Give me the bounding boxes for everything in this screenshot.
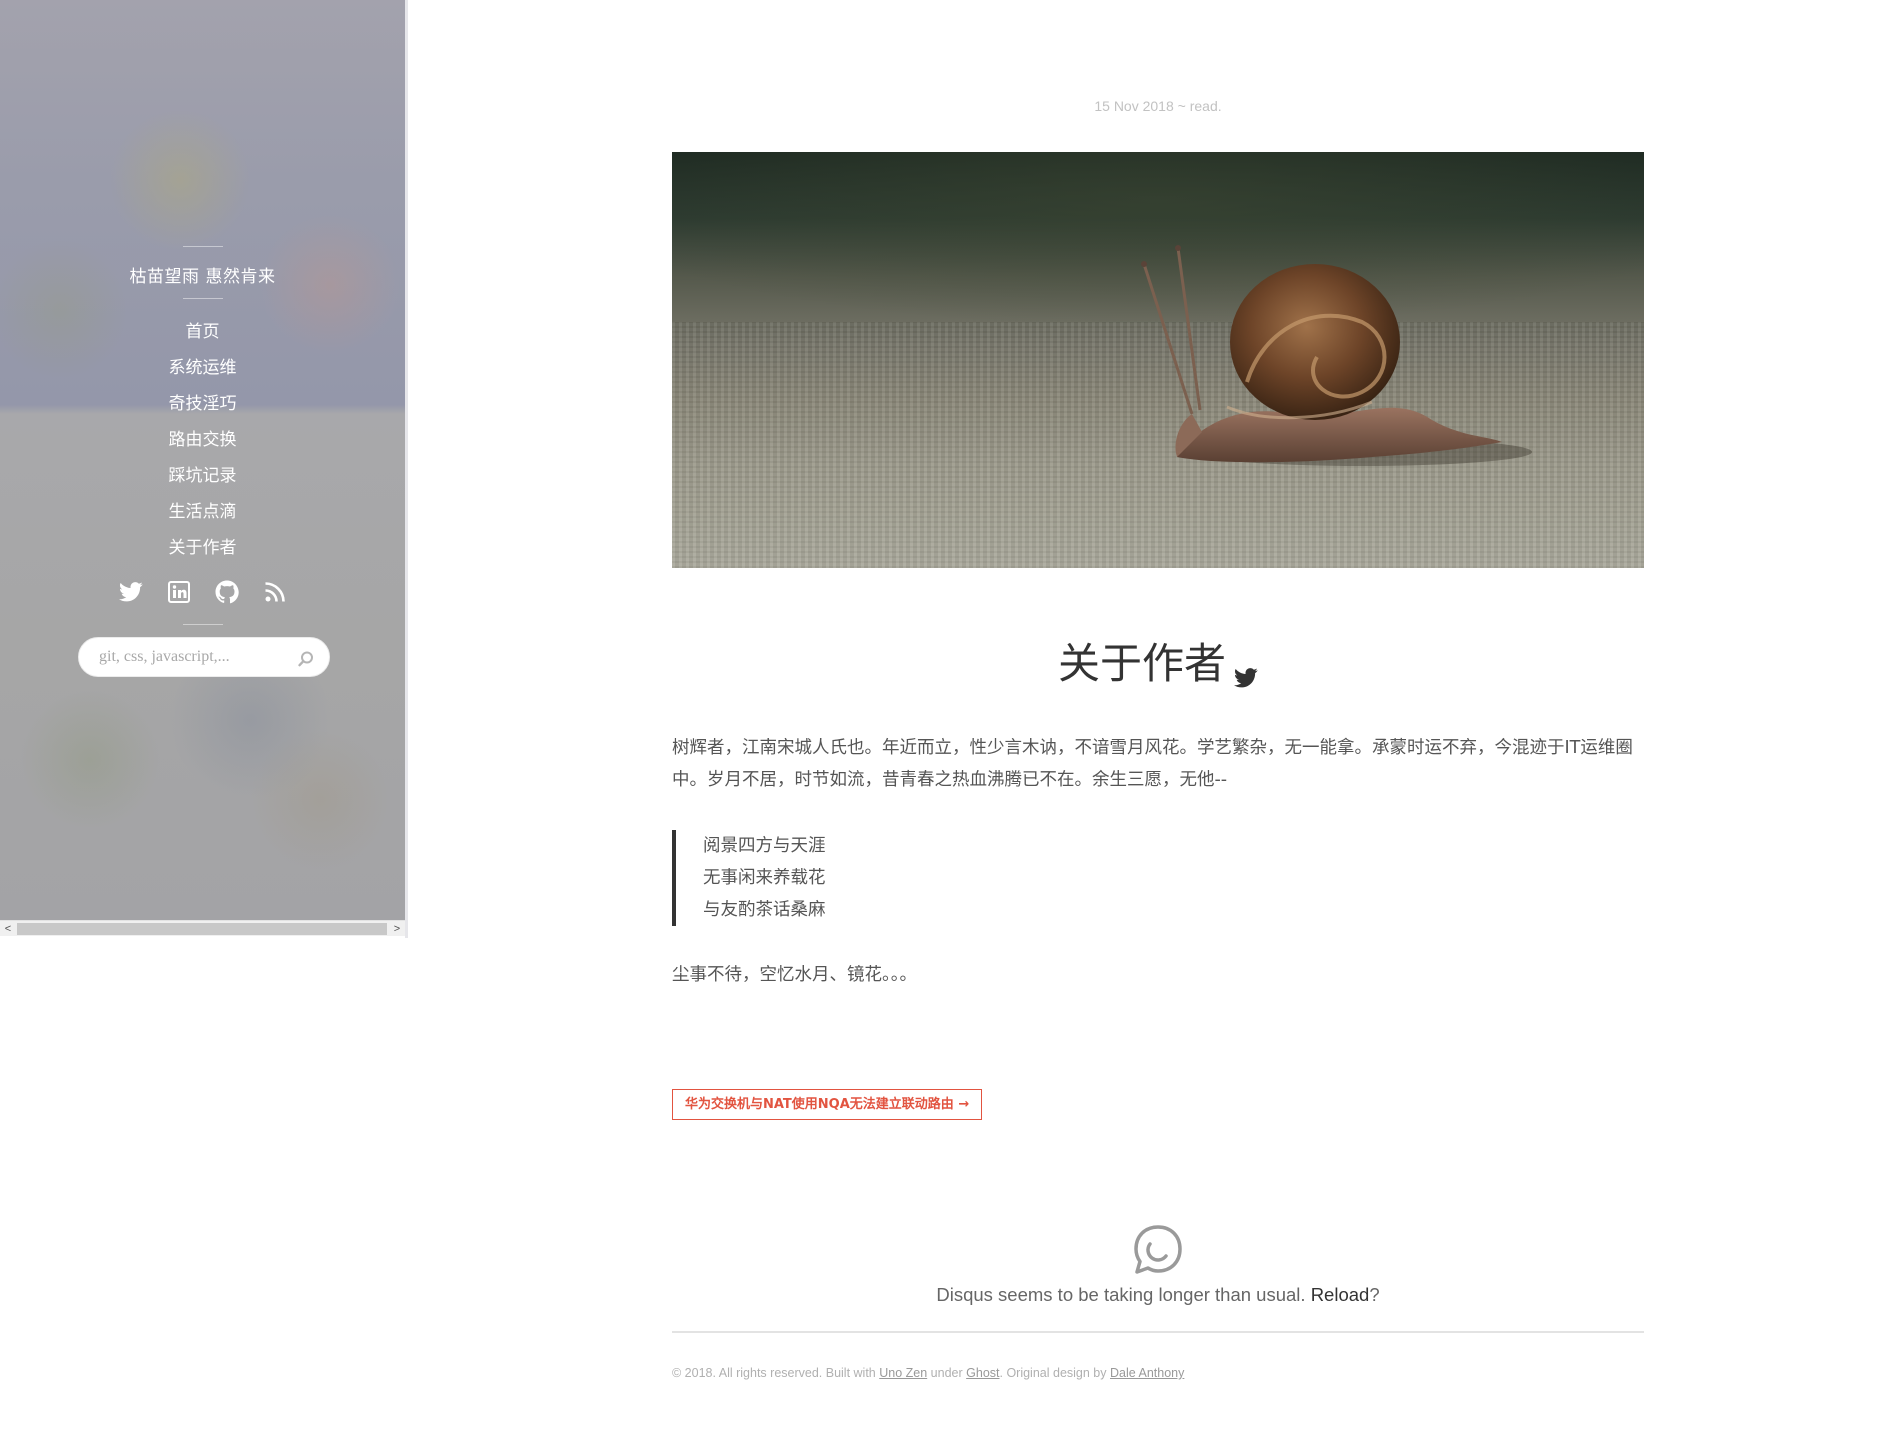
disqus-section: Disqus seems to be taking longer than us… (672, 1222, 1644, 1306)
ghost-link[interactable]: Ghost (966, 1366, 999, 1380)
scroll-left-icon[interactable]: < (0, 921, 16, 937)
closing-paragraph: 尘事不待，空忆水月、镜花。。。 (672, 965, 917, 985)
reload-link[interactable]: Reload (1311, 1284, 1370, 1305)
sidebar: 枯苗望雨 惠然肯来 首页 系统运维 奇技淫巧 路由交换 踩坑记录 生活点滴 关于… (0, 0, 408, 938)
nav-item-home[interactable]: 首页 (0, 314, 405, 350)
footer-divider (672, 1331, 1644, 1333)
divider (183, 624, 223, 625)
linkedin-icon[interactable] (165, 578, 193, 606)
post-title-text: 关于作者 (1057, 639, 1226, 688)
next-post-button[interactable]: 华为交换机与NAT使用NQA无法建立联动路由 → (672, 1089, 983, 1120)
sidebar-horizontal-scrollbar[interactable]: < > (0, 920, 405, 936)
hero-image (672, 152, 1644, 568)
search-input[interactable] (97, 638, 287, 676)
search-box (78, 637, 330, 677)
nav-item-sysops[interactable]: 系统运维 (0, 350, 405, 386)
intro-paragraph: 树辉者，江南宋城人氏也。年近而立，性少言木讷，不谙雪月风花。学艺繁杂，无一能拿。… (672, 738, 1633, 790)
snail-illustration (1141, 245, 1532, 466)
sidebar-nav: 首页 系统运维 奇技淫巧 路由交换 踩坑记录 生活点滴 关于作者 (0, 314, 405, 566)
footer-design-text: . Original design by (999, 1366, 1107, 1380)
nav-item-pitfalls[interactable]: 踩坑记录 (0, 458, 405, 494)
post-title: 关于作者 (672, 630, 1644, 691)
nav-item-routing[interactable]: 路由交换 (0, 422, 405, 458)
nav-item-about[interactable]: 关于作者 (0, 530, 405, 566)
disqus-suffix: ? (1369, 1284, 1380, 1305)
nav-item-life[interactable]: 生活点滴 (0, 494, 405, 530)
sidebar-content: 枯苗望雨 惠然肯来 首页 系统运维 奇技淫巧 路由交换 踩坑记录 生活点滴 关于… (0, 0, 405, 920)
uno-zen-link[interactable]: Uno Zen (879, 1366, 927, 1380)
rss-icon[interactable] (261, 578, 289, 606)
blog-title[interactable]: 枯苗望雨 惠然肯来 (0, 262, 405, 287)
designer-link[interactable]: Dale Anthony (1110, 1366, 1184, 1380)
footer: © 2018. All rights reserved. Built with … (672, 1366, 1184, 1380)
scrollbar-thumb[interactable] (17, 923, 387, 935)
nav-item-tricks[interactable]: 奇技淫巧 (0, 386, 405, 422)
twitter-icon[interactable] (117, 578, 145, 606)
divider (183, 298, 223, 299)
social-links (0, 578, 405, 606)
post-date: 15 Nov 2018 ~ read. (1094, 98, 1222, 114)
twitter-share-icon[interactable] (1234, 649, 1258, 687)
disqus-icon (1134, 1225, 1182, 1274)
quote-line: 无事闲来养载花 (703, 868, 826, 888)
blockquote: 阅景四方与天涯 无事闲来养载花 与友酌茶话桑麻 (672, 830, 1644, 926)
quote-line: 阅景四方与天涯 (703, 836, 826, 856)
scroll-right-icon[interactable]: > (389, 921, 405, 937)
quote-line: 与友酌茶话桑麻 (703, 900, 826, 920)
github-icon[interactable] (213, 578, 241, 606)
divider (183, 246, 223, 247)
disqus-loading-text: Disqus seems to be taking longer than us… (936, 1284, 1306, 1305)
search-icon[interactable] (297, 650, 315, 668)
disqus-message: Disqus seems to be taking longer than us… (672, 1284, 1644, 1306)
footer-under: under (930, 1366, 963, 1380)
post-body: 树辉者，江南宋城人氏也。年近而立，性少言木讷，不谙雪月风花。学艺繁杂，无一能拿。… (672, 732, 1644, 796)
footer-copyright: © 2018. All rights reserved. Built with (672, 1366, 876, 1380)
